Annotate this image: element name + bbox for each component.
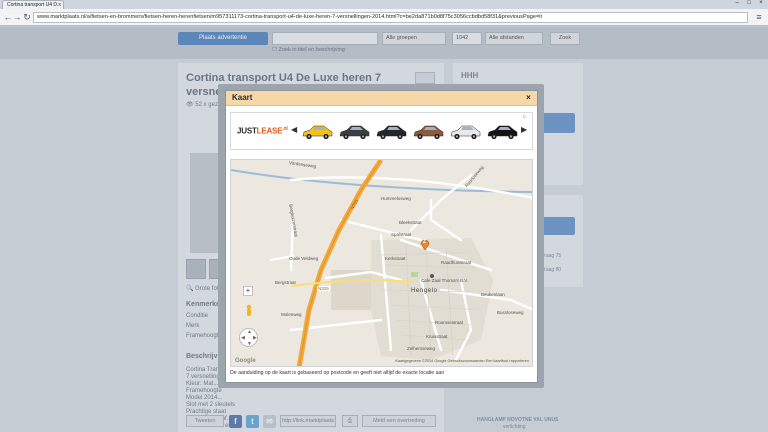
map-street-label: Kerkstraat (385, 256, 406, 261)
google-logo: Google (235, 358, 256, 364)
road-number-label: N315 (317, 286, 330, 291)
map-attribution[interactable]: Kaartgegevens ©2014 Google Gebruiksvoorw… (395, 359, 529, 363)
location-pin-icon[interactable]: Z (420, 238, 430, 250)
car-image[interactable] (338, 124, 371, 141)
map-street-label: Raadhuisstraat (441, 260, 472, 265)
dialog-header: Kaart × (226, 91, 537, 106)
map-street-label: Bussloseweg (497, 310, 524, 315)
ad-banner[interactable]: JUSTLEASE.nl ◀ ▶ ▷ (230, 112, 533, 150)
adchoices-icon[interactable]: ▷ (523, 114, 530, 121)
map-street-label: Kruisstraat (426, 334, 448, 339)
pin-letter: Z (423, 239, 427, 245)
street-view-pegman-icon[interactable] (245, 304, 253, 318)
map-street-label: Bleekstraat (399, 220, 422, 225)
justlease-logo[interactable]: JUSTLEASE.nl (237, 126, 288, 136)
banner-next-icon[interactable]: ▶ (521, 125, 527, 134)
banner-prev-icon[interactable]: ◀ (291, 125, 297, 134)
map-town-label: Hengelo (411, 288, 438, 294)
car-image[interactable] (412, 124, 445, 141)
zoom-in-icon[interactable]: + (243, 286, 253, 296)
map-pan-control[interactable]: ▲ ▼ ◀ ▶ (239, 328, 258, 347)
dialog-title: Kaart (232, 93, 253, 102)
car-image[interactable] (301, 124, 334, 141)
location-map[interactable]: Hengelo Cafe Zaal Thoma's B.V. Vordensew… (230, 159, 533, 367)
map-street-label: Spalstraat (391, 232, 412, 237)
car-image[interactable] (449, 124, 482, 141)
map-street-label: Beukenlaan (481, 292, 505, 297)
map-dialog: Kaart × JUSTLEASE.nl ◀ ▶ ▷ Hengelo Cafe … (225, 90, 538, 383)
place-marker-icon[interactable] (430, 274, 434, 278)
map-canvas (231, 160, 532, 366)
map-street-label: Bergstraat (275, 280, 296, 285)
map-street-label: Roomsestraat (435, 320, 464, 325)
map-street-label: Oude Veldweg (289, 256, 319, 261)
modal-overlay: Kaart × JUSTLEASE.nl ◀ ▶ ▷ Hengelo Cafe … (0, 0, 768, 432)
map-disclaimer: De aanduiding op de kaart is gebaseerd o… (230, 370, 445, 376)
map-place-label: Cafe Zaal Thoma's B.V. (421, 278, 469, 283)
car-image[interactable] (375, 124, 408, 141)
map-street-label: Zelhemseweg (407, 346, 436, 351)
map-street-label: Molenweg (281, 312, 302, 317)
map-street-label: Hummelosweg (381, 196, 411, 201)
close-icon[interactable]: × (523, 92, 534, 103)
car-image[interactable] (486, 124, 519, 141)
